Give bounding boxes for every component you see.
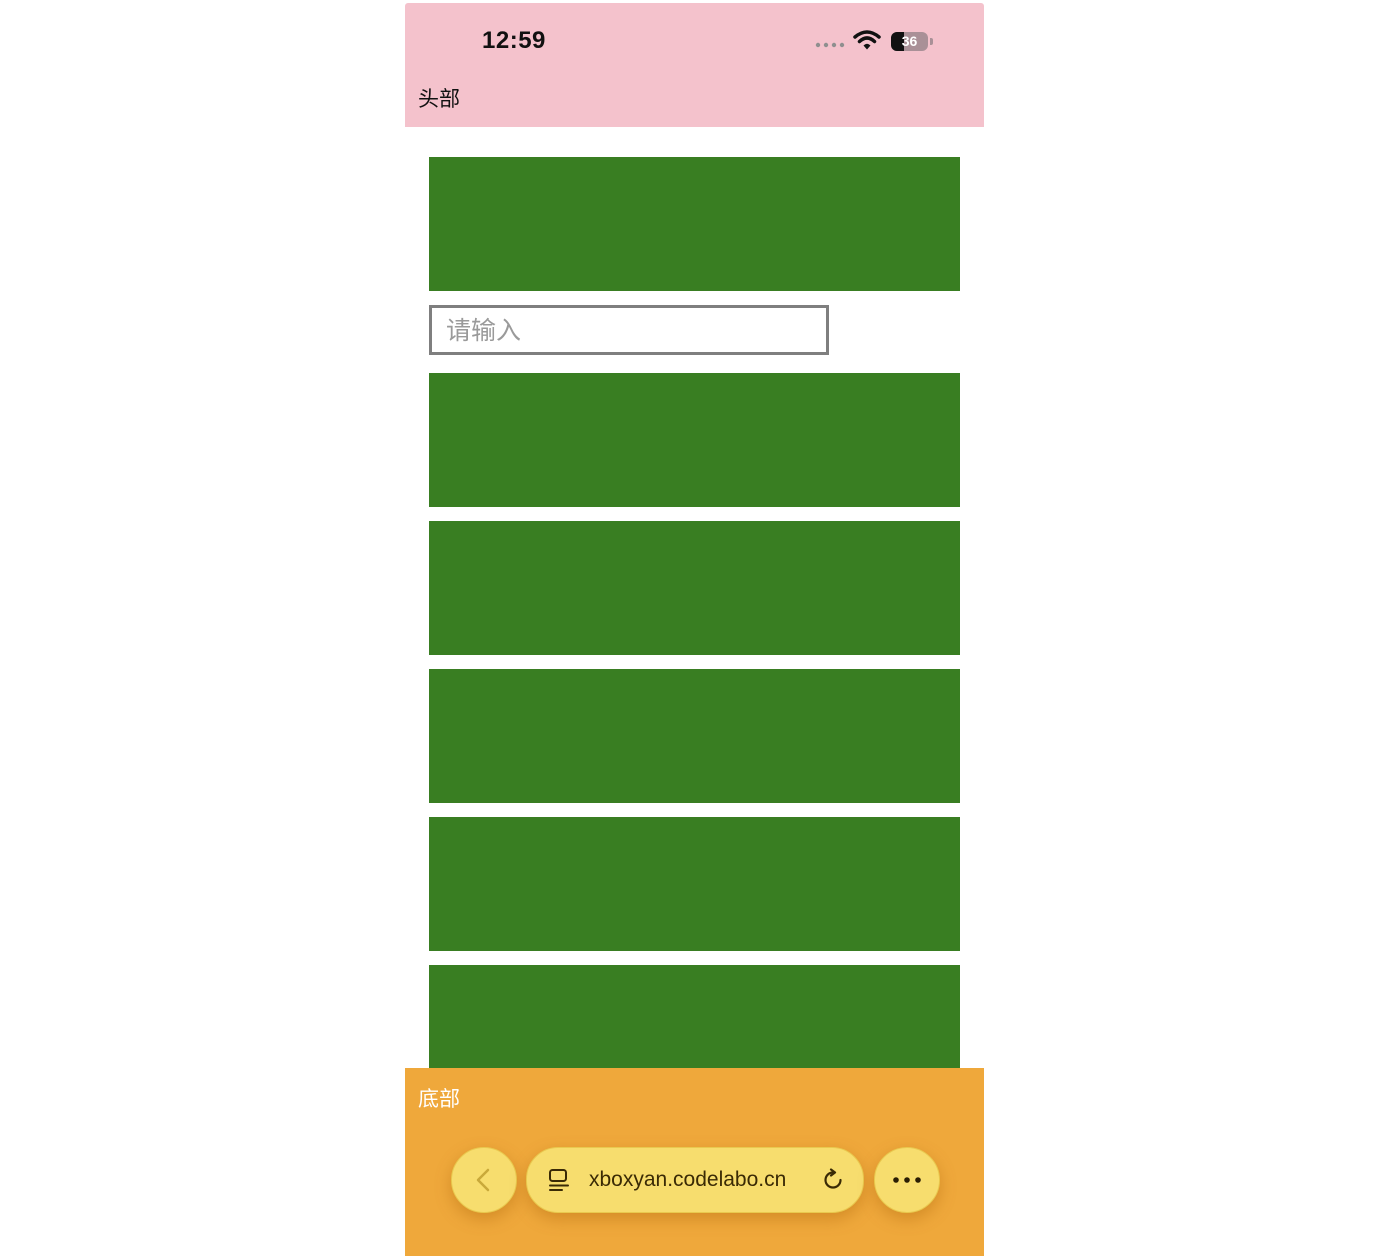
phone-screen: 12:59 36 头部 底部: [405, 3, 984, 1256]
url-text[interactable]: xboxyan.codelabo.cn: [589, 1148, 786, 1212]
footer: 底部 xboxyan.codelabo.cn: [405, 1068, 984, 1256]
back-icon: [476, 1168, 490, 1192]
more-icon: [893, 1177, 921, 1183]
header-title: 头部: [418, 87, 460, 111]
reload-icon[interactable]: [821, 1168, 845, 1192]
battery-percent: 36: [901, 33, 918, 49]
address-bar[interactable]: xboxyan.codelabo.cn: [526, 1147, 864, 1213]
wifi-icon: [853, 30, 881, 50]
more-button[interactable]: [874, 1147, 940, 1213]
text-input[interactable]: [429, 305, 829, 355]
status-time: 12:59: [482, 27, 546, 54]
content-block: [429, 373, 960, 507]
battery-icon: 36: [891, 32, 928, 51]
content-block: [429, 817, 960, 951]
footer-title: 底部: [418, 1087, 460, 1111]
back-button[interactable]: [451, 1147, 517, 1213]
header: 12:59 36 头部: [405, 3, 984, 127]
content-block: [429, 521, 960, 655]
signal-icon: [815, 42, 845, 48]
battery-cap: [930, 38, 933, 45]
content-block: [429, 669, 960, 803]
tabs-icon[interactable]: [547, 1168, 571, 1194]
content-block: [429, 157, 960, 291]
